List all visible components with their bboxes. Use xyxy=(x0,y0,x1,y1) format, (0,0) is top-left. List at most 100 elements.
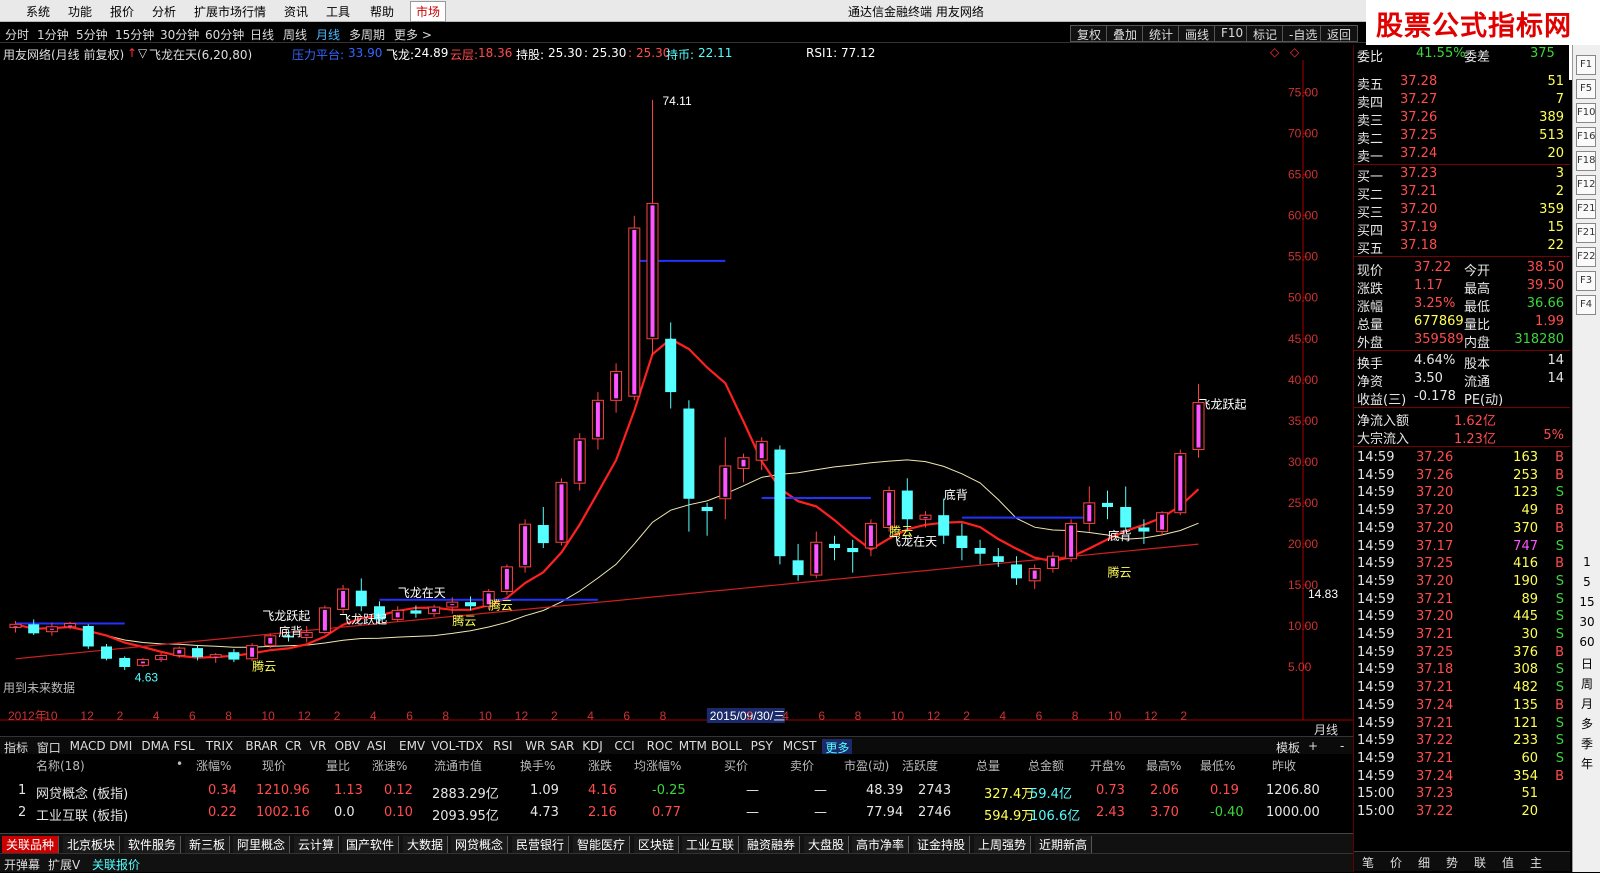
period-shortcut-4[interactable]: 60 xyxy=(1575,635,1599,649)
indicator-tab-VOL-TDX[interactable]: VOL-TDX xyxy=(431,739,483,753)
shortcut-icon-9[interactable]: F3 xyxy=(1576,271,1596,291)
period-1min[interactable]: 1分钟 xyxy=(37,26,69,43)
sector-tab-15[interactable]: 高市净率 xyxy=(852,836,910,853)
col-header-18[interactable]: 最低% xyxy=(1200,757,1235,774)
shortcut-icon-2[interactable]: F10 xyxy=(1576,103,1596,123)
period-monthly[interactable]: 月线 xyxy=(316,26,340,43)
btn-adjust[interactable]: 复权 xyxy=(1070,25,1109,42)
indicator-tab-MTM[interactable]: MTM xyxy=(679,739,707,753)
right-tab-5[interactable]: 值 xyxy=(1502,854,1514,871)
right-tab-3[interactable]: 势 xyxy=(1446,854,1458,871)
col-header-4[interactable]: 量比 xyxy=(326,757,350,774)
btn-watchlist[interactable]: -自选 xyxy=(1282,25,1325,42)
menu-news[interactable]: 资讯 xyxy=(284,3,308,20)
status-related-quote[interactable]: 关联报价 xyxy=(92,856,140,873)
indicator-tab-right-2[interactable]: - xyxy=(1340,739,1344,753)
shortcut-icon-5[interactable]: F12 xyxy=(1576,175,1596,195)
indicator-tab-PSY[interactable]: PSY xyxy=(751,739,773,753)
sector-tab-6[interactable]: 国产软件 xyxy=(342,836,400,853)
sector-tab-0[interactable]: 关联品种 xyxy=(2,836,60,853)
period-weekly[interactable]: 周线 xyxy=(283,26,307,43)
indicator-tab-MCST[interactable]: MCST xyxy=(783,739,817,753)
menu-ext-market[interactable]: 扩展市场行情 xyxy=(194,3,266,20)
right-tab-2[interactable]: 细 xyxy=(1418,854,1430,871)
period-shortcut-2[interactable]: 15 xyxy=(1575,595,1599,609)
right-tab-4[interactable]: 联 xyxy=(1474,854,1486,871)
sector-tab-11[interactable]: 区块链 xyxy=(634,836,680,853)
period-60min[interactable]: 60分钟 xyxy=(205,26,244,43)
period-shortcut-6[interactable]: 周 xyxy=(1575,675,1599,692)
sector-tab-4[interactable]: 阿里概念 xyxy=(233,836,291,853)
btn-mark[interactable]: 标记 xyxy=(1246,25,1285,42)
menu-tools[interactable]: 工具 xyxy=(326,3,350,20)
indicator-tab-BRAR[interactable]: BRAR xyxy=(245,739,278,753)
menu-help[interactable]: 帮助 xyxy=(370,3,394,20)
period-30min[interactable]: 30分钟 xyxy=(160,26,199,43)
btn-stats[interactable]: 统计 xyxy=(1142,25,1181,42)
btn-draw[interactable]: 画线 xyxy=(1178,25,1217,42)
col-header-16[interactable]: 开盘% xyxy=(1090,757,1125,774)
kline-chart[interactable]: 75.0070.0065.0060.0055.0050.0045.0040.00… xyxy=(0,60,1353,736)
indicator-tab-CCI[interactable]: CCI xyxy=(614,739,634,753)
sector-tab-9[interactable]: 民营银行 xyxy=(512,836,570,853)
col-header-8[interactable]: 涨跌 xyxy=(588,757,612,774)
menu-quotes[interactable]: 报价 xyxy=(110,3,134,20)
sector-tab-18[interactable]: 近期新高 xyxy=(1035,836,1093,853)
sector-tab-1[interactable]: 北京板块 xyxy=(63,836,121,853)
sector-tab-14[interactable]: 大盘股 xyxy=(804,836,850,853)
indicator-tab-TRIX[interactable]: TRIX xyxy=(206,739,233,753)
col-header-14[interactable]: 总量 xyxy=(976,757,1000,774)
shortcut-icon-10[interactable]: F4 xyxy=(1576,295,1596,315)
btn-f10[interactable]: F10 xyxy=(1214,25,1251,42)
sector-tab-8[interactable]: 网贷概念 xyxy=(451,836,509,853)
indicator-tab-VR[interactable]: VR xyxy=(310,739,327,753)
sector-tab-12[interactable]: 工业互联 xyxy=(682,836,740,853)
period-5min[interactable]: 5分钟 xyxy=(76,26,108,43)
period-shortcut-0[interactable]: 1 xyxy=(1575,555,1599,569)
col-header-19[interactable]: 昨收 xyxy=(1272,757,1296,774)
col-header-3[interactable]: 现价 xyxy=(262,757,286,774)
period-multi[interactable]: 多周期 xyxy=(349,26,385,43)
indicator-tab-WR[interactable]: WR xyxy=(525,739,545,753)
shortcut-icon-3[interactable]: F16 xyxy=(1576,127,1596,147)
indicator-tab-FSL[interactable]: FSL xyxy=(174,739,195,753)
menu-function[interactable]: 功能 xyxy=(68,3,92,20)
indicator-tab-DMA[interactable]: DMA xyxy=(141,739,169,753)
indicator-tab-DMI[interactable]: DMI xyxy=(109,739,132,753)
indicator-tab-ROC[interactable]: ROC xyxy=(647,739,673,753)
expand-icon[interactable]: ◇ xyxy=(1270,45,1279,59)
col-header-12[interactable]: 市盈(动) xyxy=(844,757,889,774)
sector-tab-10[interactable]: 智能医疗 xyxy=(573,836,631,853)
sector-tab-17[interactable]: 上周强势 xyxy=(974,836,1032,853)
menu-market-active[interactable]: 市场 xyxy=(410,1,447,22)
col-header-17[interactable]: 最高% xyxy=(1146,757,1181,774)
table-row[interactable]: 2 工业互联 (板指) 0.22 1002.16 0.0 0.10 2093.95亿 4.73 2… xyxy=(0,804,1340,824)
menu-system[interactable]: 系统 xyxy=(26,3,50,20)
shortcut-icon-0[interactable]: F1 xyxy=(1576,55,1596,75)
menu-analysis[interactable]: 分析 xyxy=(152,3,176,20)
indicator-tab-MACD[interactable]: MACD xyxy=(70,739,106,753)
col-header-2[interactable]: 涨幅% xyxy=(196,757,231,774)
period-daily[interactable]: 日线 xyxy=(250,26,274,43)
period-shortcut-1[interactable]: 5 xyxy=(1575,575,1599,589)
col-header-9[interactable]: 均涨幅% xyxy=(634,757,681,774)
period-shortcut-9[interactable]: 季 xyxy=(1575,735,1599,752)
indicator-tab-right-1[interactable]: + xyxy=(1308,739,1318,753)
period-shortcut-5[interactable]: 日 xyxy=(1575,655,1599,672)
period-shortcut-10[interactable]: 年 xyxy=(1575,755,1599,772)
right-tab-0[interactable]: 笔 xyxy=(1362,854,1374,871)
btn-overlay[interactable]: 叠加 xyxy=(1106,25,1145,42)
col-header-7[interactable]: 换手% xyxy=(520,757,555,774)
shortcut-icon-6[interactable]: F21 xyxy=(1576,199,1596,219)
sector-tab-16[interactable]: 证金持股 xyxy=(913,836,971,853)
indicator-tab-EMV[interactable]: EMV xyxy=(399,739,425,753)
shortcut-icon-8[interactable]: F22 xyxy=(1576,247,1596,267)
period-shortcut-8[interactable]: 多 xyxy=(1575,715,1599,732)
col-header-15[interactable]: 总金额 xyxy=(1028,757,1064,774)
status-extend[interactable]: 扩展V xyxy=(48,856,80,873)
col-header-13[interactable]: 活跃度 xyxy=(902,757,938,774)
sector-tab-5[interactable]: 云计算 xyxy=(294,836,340,853)
right-tab-6[interactable]: 主 xyxy=(1530,854,1542,871)
period-shortcut-7[interactable]: 月 xyxy=(1575,695,1599,712)
indicator-tab-CR[interactable]: CR xyxy=(285,739,302,753)
